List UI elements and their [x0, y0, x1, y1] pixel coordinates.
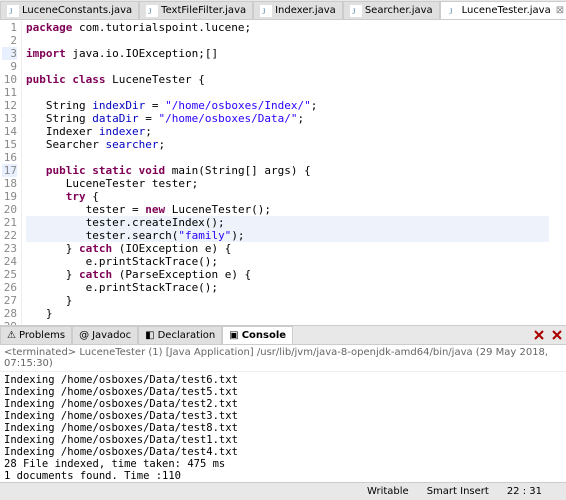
tab-label: Searcher.java [365, 5, 433, 16]
code-line[interactable]: } [26, 307, 549, 320]
tab-label: TextFileFilter.java [161, 5, 246, 16]
code-area[interactable]: package com.tutorialspoint.lucene; import… [22, 20, 553, 325]
remove-all-icon[interactable] [550, 328, 564, 342]
code-editor[interactable]: 1239101112131415161718192021222324252627… [0, 20, 566, 325]
line-gutter: 1239101112131415161718192021222324252627… [0, 20, 22, 325]
code-line[interactable]: Indexer indexer; [26, 125, 549, 138]
view-tab-declaration[interactable]: ◧ Declaration [138, 326, 222, 344]
code-line[interactable]: try { [26, 190, 549, 203]
editor-tab[interactable]: JTextFileFilter.java [139, 1, 253, 19]
editor-tab[interactable]: JLuceneTester.java ⊠ [440, 1, 566, 19]
view-tab-label: Problems [19, 330, 65, 341]
tab-label: LuceneTester.java [462, 5, 551, 16]
view-tab-javadoc[interactable]: @Javadoc [72, 326, 138, 344]
console-output[interactable]: Indexing /home/osboxes/Data/test6.txt In… [0, 372, 566, 482]
code-line[interactable]: } catch (IOException e) { [26, 242, 549, 255]
code-line[interactable]: String indexDir = "/home/osboxes/Index/"… [26, 99, 549, 112]
code-line[interactable]: String dataDir = "/home/osboxes/Data/"; [26, 112, 549, 125]
editor-tab[interactable]: JLuceneConstants.java [0, 1, 139, 19]
code-line[interactable] [26, 86, 549, 99]
code-line[interactable]: public class LuceneTester { [26, 73, 549, 86]
problems-icon: ⚠ [7, 330, 16, 341]
code-line[interactable]: tester.search("family"); [26, 229, 549, 242]
view-tab-problems[interactable]: ⚠Problems [0, 326, 72, 344]
console-icon: ▣ [229, 330, 238, 341]
code-line[interactable]: } [26, 294, 549, 307]
view-tab-console[interactable]: ▣ Console [222, 326, 293, 344]
code-line[interactable]: tester = new LuceneTester(); [26, 203, 549, 216]
editor-tab[interactable]: JIndexer.java [253, 1, 343, 19]
status-insert: Smart Insert [427, 486, 489, 497]
view-tab-label: Declaration [158, 330, 216, 341]
editor-tab[interactable]: JSearcher.java [343, 1, 440, 19]
status-pos: 22 : 31 [507, 486, 542, 497]
status-bar: Writable Smart Insert 22 : 31 [0, 482, 566, 500]
code-line[interactable] [26, 151, 549, 164]
tab-label: Indexer.java [275, 5, 336, 16]
code-line[interactable]: tester.createIndex(); [26, 216, 549, 229]
code-line[interactable]: } catch (ParseException e) { [26, 268, 549, 281]
editor-tabs: JLuceneConstants.javaJTextFileFilter.jav… [0, 0, 566, 20]
code-line[interactable]: e.printStackTrace(); [26, 255, 549, 268]
code-line[interactable]: e.printStackTrace(); [26, 281, 549, 294]
status-writable: Writable [367, 486, 409, 497]
declaration-icon: ◧ [145, 330, 154, 341]
view-tab-label: Console [242, 330, 286, 341]
console-header: <terminated> LuceneTester (1) [Java Appl… [0, 345, 566, 372]
code-line[interactable]: Searcher searcher; [26, 138, 549, 151]
code-line[interactable] [26, 34, 549, 47]
tab-label: LuceneConstants.java [22, 5, 132, 16]
remove-icon[interactable] [532, 328, 546, 342]
code-line[interactable] [26, 60, 549, 73]
bottom-tabs: ⚠Problems@Javadoc◧Declaration▣Console [0, 325, 566, 345]
code-line[interactable]: import java.io.IOException;[] [26, 47, 549, 60]
code-line[interactable]: LuceneTester tester; [26, 177, 549, 190]
close-icon[interactable]: ⊠ [556, 5, 564, 16]
code-line[interactable]: package com.tutorialspoint.lucene; [26, 21, 549, 34]
code-line[interactable]: public static void main(String[] args) { [26, 164, 549, 177]
view-tab-label: Javadoc [92, 330, 131, 341]
javadoc-icon: @ [79, 330, 89, 341]
